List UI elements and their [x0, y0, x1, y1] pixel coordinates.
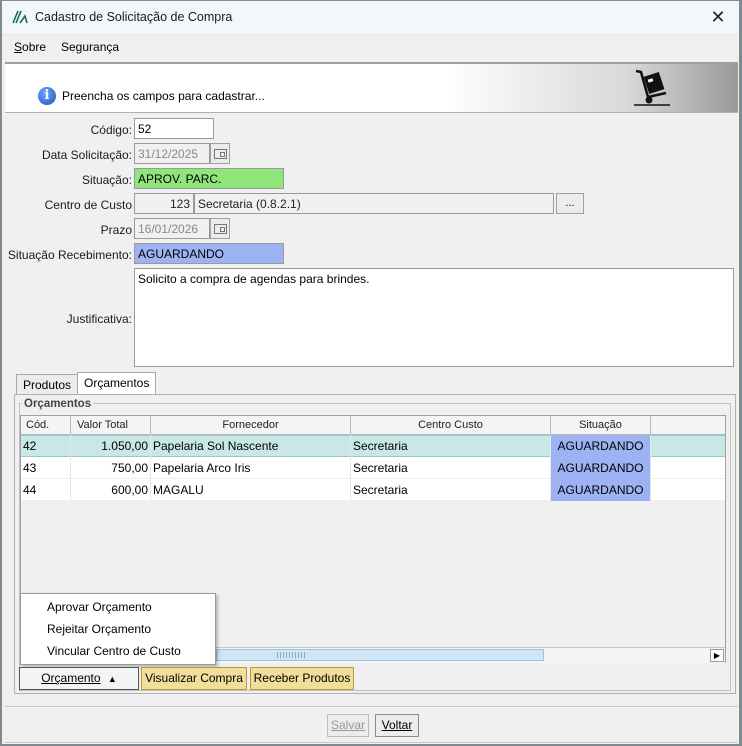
prazo-calendar-button[interactable] [210, 218, 230, 239]
info-banner: i Preencha os campos para cadastrar... [5, 62, 738, 113]
prazo-field[interactable]: 16/01/2026 [134, 218, 210, 239]
salvar-button[interactable]: Salvar [327, 714, 369, 737]
centro-custo-name: Secretaria (0.8.2.1) [194, 193, 554, 214]
codigo-field[interactable]: 52 [134, 118, 214, 139]
calendar-icon [213, 149, 227, 159]
cell-fornecedor: Papelaria Arco Iris [151, 457, 351, 479]
centro-custo-label: Centro de Custo [44, 198, 132, 212]
situacao-field: APROV. PARC. [134, 168, 284, 189]
thumb-grip [277, 652, 307, 658]
data-solicitacao-label: Data Solicitação: [41, 148, 132, 162]
cell-centro: Secretaria [351, 457, 551, 479]
scrollbar-thumb[interactable] [216, 649, 544, 661]
calendar-button[interactable] [210, 143, 230, 164]
justificativa-label: Justificativa: [66, 312, 132, 326]
situacao-recebimento-field: AGUARDANDO [134, 243, 284, 264]
voltar-button[interactable]: Voltar [375, 714, 419, 737]
cell-valor: 750,00 [71, 457, 151, 479]
receber-produtos-button[interactable]: Receber Produtos [250, 667, 354, 690]
menu-sobre[interactable]: Sobre [14, 40, 46, 54]
menu-item-rejeitar-orcamento[interactable]: Rejeitar Orçamento [47, 622, 151, 636]
data-solicitacao-field[interactable]: 31/12/2025 [134, 143, 210, 164]
cell-cod: 43 [21, 457, 71, 479]
column-header-fornecedor[interactable]: Fornecedor [151, 416, 351, 435]
situacao-label: Situação: [81, 173, 132, 187]
info-icon: i [38, 87, 56, 105]
prazo-label: Prazo [100, 223, 132, 237]
orcamento-popup-menu: Aprovar Orçamento Rejeitar Orçamento Vin… [20, 593, 216, 665]
cell-valor: 1.050,00 [71, 435, 151, 457]
column-header-situacao[interactable]: Situação [551, 416, 651, 435]
cell-fornecedor: MAGALU [151, 479, 351, 501]
orcamentos-group-title: Orçamentos [22, 398, 94, 410]
cell-situacao: AGUARDANDO [551, 479, 651, 501]
cell-centro: Secretaria [351, 479, 551, 501]
codigo-label: Código: [90, 123, 132, 137]
centro-custo-search-button[interactable]: ... [556, 193, 584, 214]
menu-bar: Sobre Segurança [2, 35, 739, 59]
window: Cadastro de Solicitação de Compra ✕ Sobr… [1, 0, 740, 745]
cell-centro: Secretaria [351, 435, 551, 457]
tab-orcamentos[interactable]: Orçamentos [77, 372, 157, 396]
scroll-right-icon[interactable]: ▶ [710, 649, 724, 662]
justificativa-textarea[interactable]: Solicito a compra de agendas para brinde… [134, 268, 734, 367]
calendar-icon [213, 224, 227, 234]
centro-custo-code[interactable]: 123 [134, 193, 194, 214]
horizontal-scrollbar[interactable]: ▶ [216, 647, 725, 663]
title-bar[interactable]: Cadastro de Solicitação de Compra ✕ [2, 1, 739, 35]
cell-cod: 44 [21, 479, 71, 501]
caret-up-icon: ▲ [107, 674, 117, 684]
window-title: Cadastro de Solicitação de Compra [35, 10, 233, 24]
close-icon[interactable]: ✕ [703, 4, 733, 30]
situacao-recebimento-label: Situação Recebimento: [7, 248, 132, 262]
hand-truck-icon [634, 69, 670, 106]
visualizar-compra-button[interactable]: Visualizar Compra [141, 667, 247, 690]
orcamento-dropdown-button[interactable]: Orçamento ▲ [19, 667, 139, 690]
footer-bar: Salvar Voltar [5, 706, 738, 743]
banner-text: Preencha os campos para cadastrar... [62, 89, 265, 103]
column-header-valor[interactable]: Valor Total [71, 416, 151, 435]
menu-item-vincular-centro-custo[interactable]: Vincular Centro de Custo [47, 644, 181, 658]
cell-situacao: AGUARDANDO [551, 435, 651, 457]
app-logo-icon [12, 10, 28, 24]
cell-fornecedor: Papelaria Sol Nascente [151, 435, 351, 457]
menu-item-aprovar-orcamento[interactable]: Aprovar Orçamento [47, 600, 152, 614]
column-header-empty [651, 416, 725, 435]
cell-valor: 600,00 [71, 479, 151, 501]
cell-situacao: AGUARDANDO [551, 457, 651, 479]
column-header-cod[interactable]: Cód. [21, 416, 71, 435]
cell-cod: 42 [21, 435, 71, 457]
tab-produtos[interactable]: Produtos [16, 374, 79, 394]
menu-seguranca[interactable]: Segurança [61, 40, 119, 54]
column-header-centro[interactable]: Centro Custo [351, 416, 551, 435]
